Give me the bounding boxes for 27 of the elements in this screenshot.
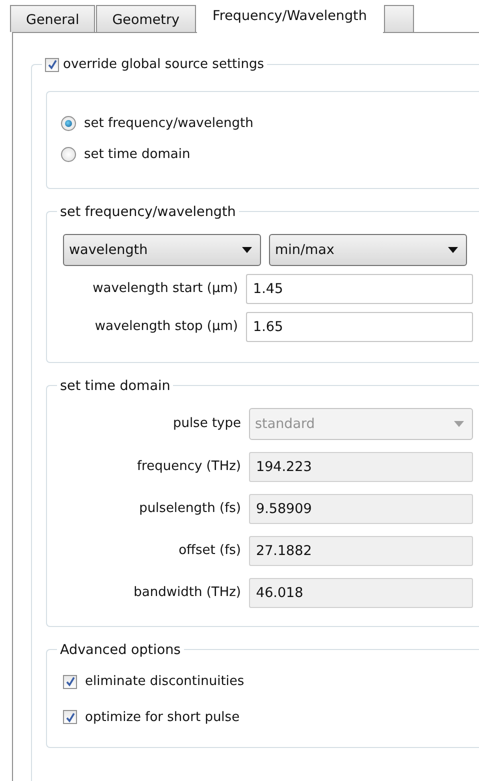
caret-icon [454,421,464,427]
caret-icon [242,247,252,253]
radio-button[interactable] [61,116,76,132]
checkbox-label: override global source settings [63,56,264,74]
field-label: pulse type [172,415,241,434]
radio-label: set frequency/wavelength [84,115,254,133]
field-label: frequency (THz) [136,458,241,476]
checkbox-label: optimize for short pulse [85,708,240,726]
tab[interactable]: General [10,5,96,32]
checkbox[interactable] [63,674,77,689]
dropdown[interactable]: min/max [269,234,467,266]
input-field[interactable]: 1.45 [246,274,473,304]
field-label: wavelength stop (µm) [94,318,238,336]
checkbox[interactable] [63,710,77,724]
checkbox-label: eliminate discontinuities [85,673,244,691]
field-label: offset (fs) [178,542,241,560]
field-label: wavelength start (µm) [92,280,238,298]
field-label: pulselength (fs) [138,500,241,518]
checkbox[interactable] [45,58,59,72]
tab[interactable]: Geometry [96,5,196,32]
radio-label: set time domain [84,146,190,164]
caret-icon [448,247,458,253]
dropdown[interactable]: wavelength [63,234,261,266]
field-label: bandwidth (THz) [132,584,241,602]
tab[interactable] [384,5,414,32]
input-field[interactable]: 1.65 [246,312,473,342]
radio-button[interactable] [61,146,76,162]
